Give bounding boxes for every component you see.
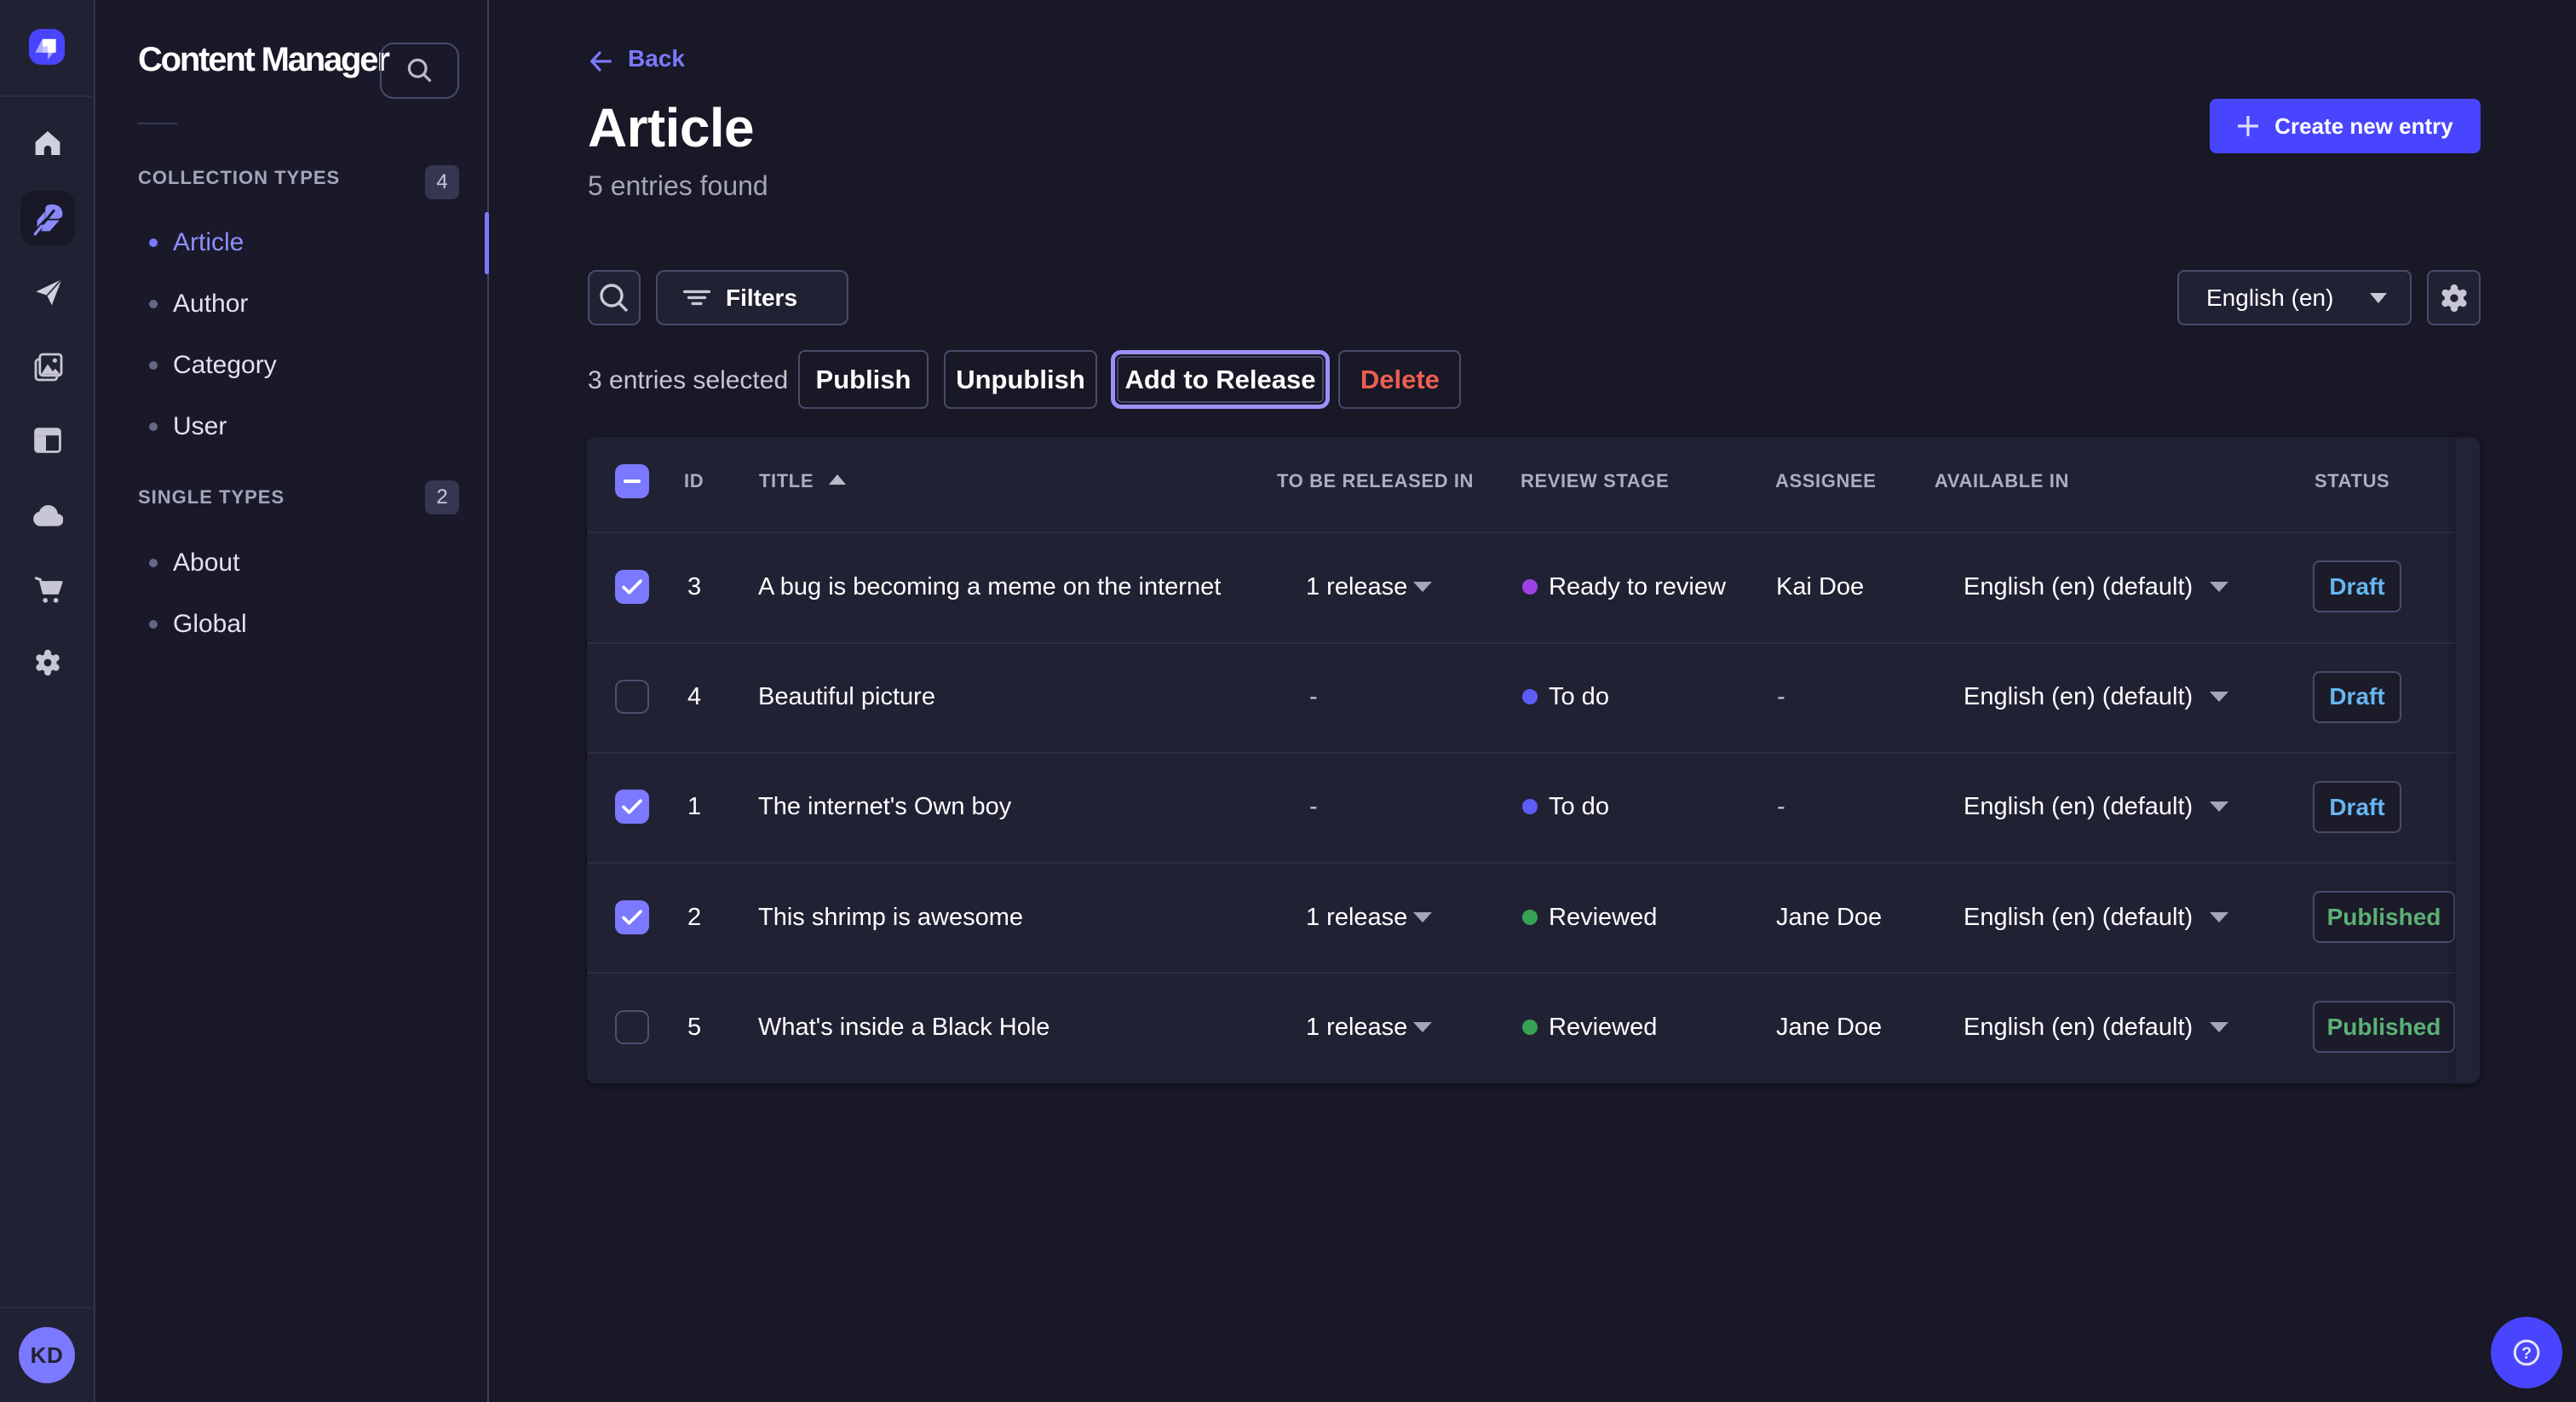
svg-text:?: ?	[2521, 1344, 2532, 1363]
